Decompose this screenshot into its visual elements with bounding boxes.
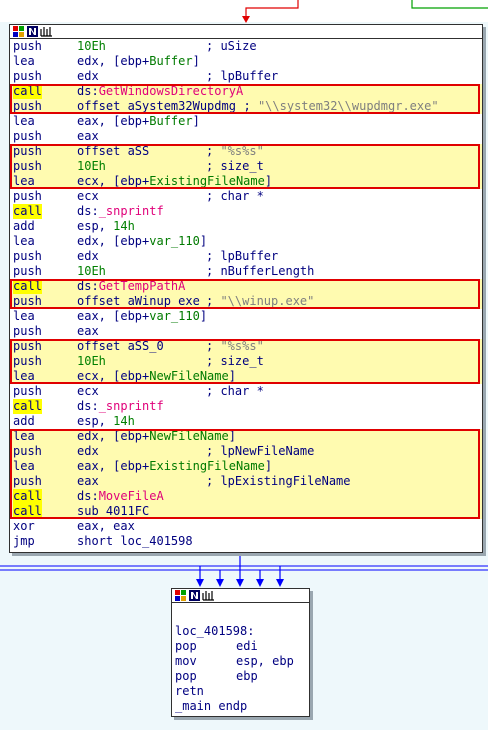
code-line[interactable]: push eax (10, 324, 482, 339)
operand[interactable]: edx (77, 249, 99, 264)
graph-view-icon[interactable] (174, 590, 187, 601)
code-line[interactable]: jmp short loc_401598 (10, 534, 482, 549)
graph-view-icon[interactable] (12, 26, 25, 37)
mnemonic: call (13, 399, 42, 414)
mnemonic: lea (13, 54, 35, 68)
comment: ; uSize (206, 39, 257, 53)
code-line[interactable]: add esp, 14h (10, 414, 482, 429)
operand[interactable]: eax, eax (77, 519, 135, 534)
code-line[interactable]: call ds:_snprintf (10, 399, 482, 414)
mnemonic: add (13, 414, 35, 428)
operand[interactable]: eax (77, 129, 99, 144)
operand[interactable]: esp, 14h (77, 219, 135, 234)
comment: ; char * (206, 384, 264, 398)
mnemonic: xor (13, 519, 35, 533)
code-line[interactable]: xor eax, eax (10, 519, 482, 534)
operand[interactable]: short loc_401598 (77, 534, 193, 549)
table-icon[interactable] (40, 26, 53, 37)
mnemonic: add (13, 219, 35, 233)
edge-arrowhead-3 (236, 579, 244, 587)
highlight-box (10, 339, 480, 384)
mnemonic: push (13, 249, 42, 263)
comment: ; char * (206, 189, 264, 203)
table-icon[interactable] (202, 590, 215, 601)
operand[interactable]: ds:_snprintf (77, 399, 164, 414)
mnemonic: push (13, 324, 42, 338)
operand[interactable]: edx (77, 69, 99, 84)
code-line[interactable]: push 10Eh ; uSize (10, 39, 482, 54)
node-edit-icon[interactable] (26, 26, 39, 37)
operand[interactable]: eax, [ebp+Buffer] (77, 114, 200, 129)
operand[interactable]: ecx (77, 189, 99, 204)
highlight-box (10, 144, 480, 189)
code-line[interactable]: push 10Eh ; nBufferLength (10, 264, 482, 279)
operand[interactable]: eax, [ebp+var_110] (77, 309, 207, 324)
mnemonic: push (13, 129, 42, 143)
exit-line[interactable]: retn (172, 684, 309, 699)
comment: ; lpBuffer (206, 69, 279, 83)
mnemonic: lea (13, 114, 35, 128)
mnemonic: push (13, 264, 42, 278)
main-code-block[interactable]: push 10Eh ; uSize lea edx, [ebp+Buffer] push e… (9, 24, 483, 553)
edge-green-incoming (411, 0, 488, 9)
operand[interactable]: ecx (77, 384, 99, 399)
mnemonic: call (13, 204, 42, 219)
code-line[interactable]: push edx ; lpBuffer (10, 69, 482, 84)
comment: ; nBufferLength (206, 264, 315, 278)
mnemonic: push (13, 39, 42, 53)
code-line[interactable]: lea edx, [ebp+Buffer] (10, 54, 482, 69)
operand[interactable]: esp, 14h (77, 414, 135, 429)
code-line[interactable]: add esp, 14h (10, 219, 482, 234)
code-line[interactable]: lea edx, [ebp+var_110] (10, 234, 482, 249)
edge-red-incoming (245, 0, 299, 18)
highlight-box (10, 84, 480, 114)
exit-endp-line[interactable]: _main endp (172, 699, 309, 714)
operand[interactable]: 10Eh (77, 264, 106, 279)
node-edit-icon[interactable] (188, 590, 201, 601)
code-line[interactable]: call ds:_snprintf (10, 204, 482, 219)
highlight-box (10, 429, 480, 519)
operand[interactable]: edx, [ebp+Buffer] (77, 54, 200, 69)
edge-arrowhead-2 (216, 579, 224, 587)
code-line[interactable]: push edx ; lpBuffer (10, 249, 482, 264)
edge-arrowhead-5 (276, 579, 284, 587)
mnemonic: lea (13, 309, 35, 323)
exit-line[interactable]: pop ebp (172, 669, 309, 684)
exit-line[interactable]: pop edi (172, 639, 309, 654)
highlight-box (10, 279, 480, 309)
exit-block-header (172, 589, 309, 603)
mnemonic: push (13, 384, 42, 398)
operand[interactable]: edx, [ebp+var_110] (77, 234, 207, 249)
block-header (10, 25, 482, 39)
edge-arrowhead-1 (196, 579, 204, 587)
code-line[interactable]: push eax (10, 129, 482, 144)
mnemonic: push (13, 69, 42, 83)
operand[interactable]: 10Eh (77, 39, 106, 54)
mnemonic: lea (13, 234, 35, 248)
code-line[interactable]: push ecx ; char * (10, 384, 482, 399)
mnemonic: push (13, 189, 42, 203)
operand[interactable]: ds:_snprintf (77, 204, 164, 219)
code-line[interactable]: push ecx ; char * (10, 189, 482, 204)
code-line[interactable]: lea eax, [ebp+var_110] (10, 309, 482, 324)
edge-red-arrowhead (242, 16, 250, 23)
mnemonic: jmp (13, 534, 35, 548)
edge-arrowhead-4 (256, 579, 264, 587)
exit-code-block[interactable]: loc_401598: pop edi mov esp, ebp pop ebp… (171, 588, 310, 717)
exit-label[interactable]: loc_401598: (172, 624, 309, 639)
code-line[interactable]: lea eax, [ebp+Buffer] (10, 114, 482, 129)
operand[interactable]: eax (77, 324, 99, 339)
comment: ; lpBuffer (206, 249, 279, 263)
exit-line[interactable]: mov esp, ebp (172, 654, 309, 669)
